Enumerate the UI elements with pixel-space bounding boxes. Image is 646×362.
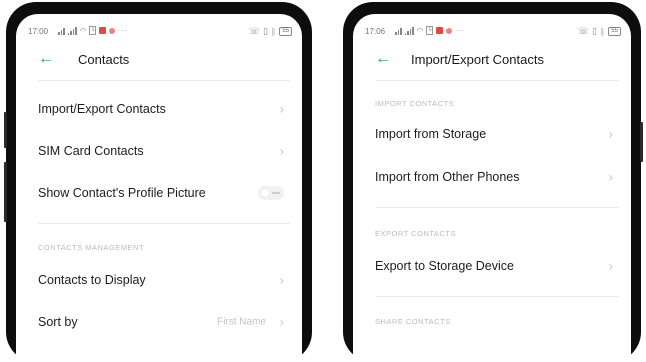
list-item-label: Show Contact's Profile Picture [38, 186, 206, 200]
signal-group: ◠ s ··· [395, 26, 463, 35]
app-notification-icon [109, 27, 116, 34]
page-title: Import/Export Contacts [411, 52, 544, 67]
battery-icon: 55 [608, 27, 621, 36]
list-item-label: Import from Storage [375, 127, 487, 141]
toggle-knob [261, 189, 269, 197]
toggle-off-icon [272, 192, 280, 194]
left-phone-frame: 17:00 ◠ s ··· ☏ ▯ ᛒ 55 ← Contacts Import… [4, 2, 312, 362]
list-item-sim-card-contacts[interactable]: SIM Card Contacts › [38, 134, 288, 168]
divider [38, 80, 290, 81]
vibrate-icon: ▯ [262, 26, 268, 36]
right-screen: 17:06 ◠ s ··· ☏ ▯ ᛒ 55 ← Import/Export C… [353, 14, 631, 362]
list-item-export-to-storage[interactable]: Export to Storage Device › [375, 249, 617, 283]
side-button [640, 122, 643, 162]
battery-icon: 55 [279, 27, 292, 36]
list-item-import-export[interactable]: Import/Export Contacts › [38, 92, 288, 126]
notification-icon [436, 27, 444, 34]
sort-by-value: First Name [217, 316, 266, 328]
bluetooth-icon: ᛒ [270, 26, 277, 37]
section-header-contacts-management: CONTACTS MANAGEMENT [38, 243, 145, 252]
status-right: ☏ ▯ ᛒ 55 [578, 26, 621, 37]
divider [375, 207, 619, 208]
list-item-label: Sort by [38, 315, 78, 329]
list-item-show-profile-picture: Show Contact's Profile Picture [38, 176, 288, 210]
chevron-right-icon: › [279, 272, 284, 288]
vibrate-icon: ▯ [591, 26, 597, 36]
signal-icon [395, 27, 402, 35]
call-icon: ☏ [248, 26, 260, 36]
more-icon: ··· [455, 26, 464, 35]
status-time: 17:06 [365, 27, 386, 36]
chevron-right-icon: › [608, 258, 613, 274]
divider [375, 296, 619, 297]
more-icon: ··· [118, 26, 127, 35]
side-button [4, 112, 7, 148]
page-title: Contacts [78, 52, 130, 67]
section-header-share-contacts: SHARE CONTACTS [375, 317, 451, 326]
divider [38, 223, 290, 224]
signal-group: ◠ s ··· [58, 26, 126, 35]
app-header: ← Contacts [16, 48, 302, 76]
list-item-label: Export to Storage Device [375, 259, 514, 273]
wifi-icon: ◠ [416, 26, 424, 35]
status-bar: 17:00 ◠ s ··· ☏ ▯ ᛒ 55 [28, 25, 292, 39]
section-header-export-contacts: EXPORT CONTACTS [375, 229, 456, 238]
left-screen: 17:00 ◠ s ··· ☏ ▯ ᛒ 55 ← Contacts Import… [16, 14, 302, 362]
back-arrow-icon[interactable]: ← [375, 51, 391, 67]
chevron-right-icon: › [279, 314, 284, 330]
right-phone-frame: 17:06 ◠ s ··· ☏ ▯ ᛒ 55 ← Import/Export C… [343, 2, 643, 362]
signal-icon [404, 26, 414, 35]
list-item-label: SIM Card Contacts [38, 144, 144, 158]
bluetooth-icon: ᛒ [599, 26, 606, 37]
side-button [4, 162, 7, 222]
list-item-label: Import/Export Contacts [38, 102, 166, 116]
status-right: ☏ ▯ ᛒ 55 [249, 26, 292, 37]
back-arrow-icon[interactable]: ← [38, 51, 54, 67]
status-bar: 17:06 ◠ s ··· ☏ ▯ ᛒ 55 [365, 25, 621, 39]
profile-picture-toggle[interactable] [258, 186, 284, 200]
list-item-label: Import from Other Phones [375, 170, 520, 184]
call-icon: ☏ [577, 26, 589, 36]
notification-icon [99, 27, 107, 34]
list-item-sort-by[interactable]: Sort by First Name › [38, 305, 288, 339]
status-time: 17:00 [28, 27, 49, 36]
sim-icon: s [89, 26, 97, 35]
chevron-right-icon: › [608, 126, 613, 142]
list-item-import-from-storage[interactable]: Import from Storage › [375, 117, 617, 151]
sim-icon: s [426, 26, 434, 35]
chevron-right-icon: › [279, 143, 284, 159]
divider [375, 80, 619, 81]
chevron-right-icon: › [608, 169, 613, 185]
signal-icon [67, 26, 77, 35]
section-header-import-contacts: IMPORT CONTACTS [375, 99, 455, 108]
list-item-label: Contacts to Display [38, 273, 146, 287]
app-notification-icon [446, 27, 453, 34]
chevron-right-icon: › [279, 101, 284, 117]
signal-icon [58, 27, 65, 35]
wifi-icon: ◠ [79, 26, 87, 35]
list-item-contacts-to-display[interactable]: Contacts to Display › [38, 263, 288, 297]
list-item-import-from-other-phones[interactable]: Import from Other Phones › [375, 160, 617, 194]
app-header: ← Import/Export Contacts [353, 48, 631, 76]
